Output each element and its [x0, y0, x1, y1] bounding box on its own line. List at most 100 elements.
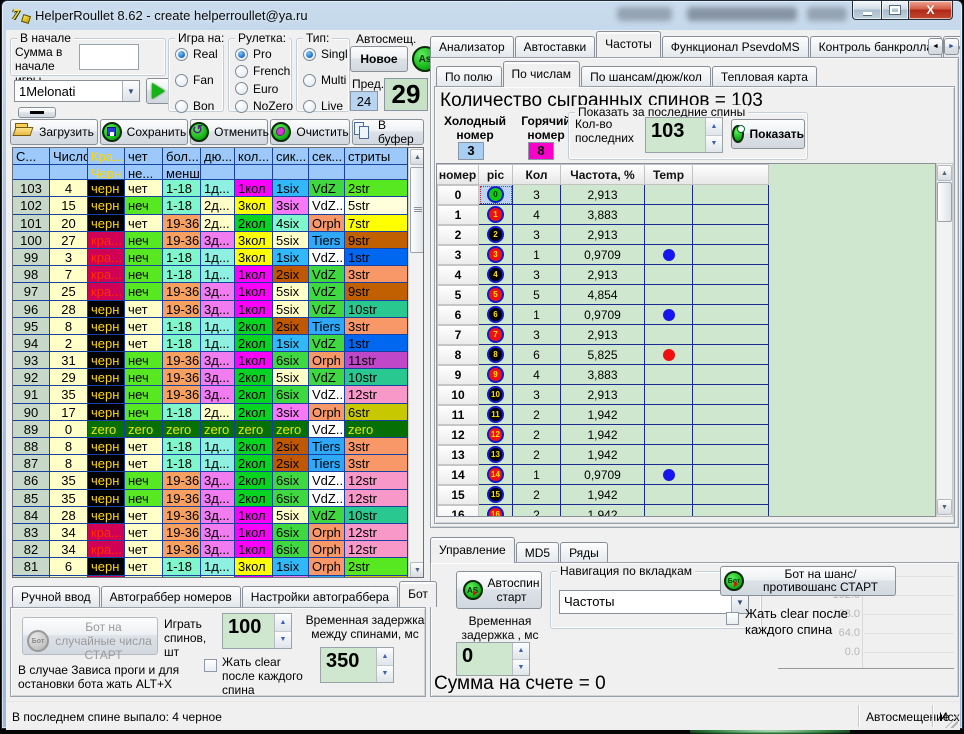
radio-Real[interactable]: Real — [175, 47, 218, 61]
step-up-icon[interactable]: ▲ — [513, 643, 529, 660]
tab-Ручной ввод[interactable]: Ручной ввод — [12, 586, 100, 607]
clear-button[interactable]: Очистить — [270, 119, 350, 145]
radio-NoZero[interactable]: NoZero — [235, 99, 293, 113]
freq-row[interactable]: 7732,913 — [437, 325, 935, 345]
subtab-По шансам/дюж/кол[interactable]: По шансам/дюж/кол — [581, 66, 711, 87]
tab-Контроль банкролла[interactable]: Контроль банкролла — [810, 36, 942, 57]
spins-row[interactable]: 8635черннеч19-363д...2кол6sixVdZ...12str — [13, 472, 408, 489]
scrollbar-thumb[interactable] — [937, 182, 952, 222]
freq-row[interactable]: 161621,942 — [437, 505, 935, 517]
freq-row[interactable]: 9943,883 — [437, 365, 935, 385]
radio-Live[interactable]: Live — [303, 99, 343, 113]
radio-Singl[interactable]: Singl — [303, 47, 348, 61]
radio-icon[interactable] — [235, 48, 248, 61]
tab-Анализатор[interactable]: Анализатор — [430, 36, 514, 57]
tab-Автоставки[interactable]: Автоставки — [515, 36, 596, 57]
save-disk-button[interactable]: Сохранить — [100, 119, 188, 145]
scrollbar-thumb[interactable] — [410, 167, 424, 253]
tab-MD5[interactable]: MD5 — [516, 542, 559, 563]
start-sum-input[interactable] — [79, 44, 139, 70]
spins-row[interactable]: Чернне...менш — [13, 165, 408, 180]
radio-Pro[interactable]: Pro — [235, 47, 272, 61]
undo-button[interactable]: ↺Отменить — [190, 119, 268, 145]
spins-row[interactable]: 9725кра...неч19-363д...1кол5sixVdZ9str — [13, 283, 408, 300]
spins-row[interactable]: 8016кра...чет1-182д...1кол3sixTiers6str — [13, 576, 408, 579]
radio-icon[interactable] — [235, 100, 248, 113]
freq-row[interactable]: 151521,942 — [437, 485, 935, 505]
radio-icon[interactable] — [235, 82, 248, 95]
freq-row[interactable]: 5554,854 — [437, 285, 935, 305]
spins-row[interactable]: 10120чернчет19-362д...2кол4sixOrph7str — [13, 215, 408, 232]
scroll-up-icon[interactable]: ▲ — [937, 165, 952, 181]
scroll-down-icon[interactable]: ▼ — [937, 499, 952, 515]
freq-row[interactable]: 0032,913 — [437, 185, 935, 205]
spins-row[interactable]: 9017черннеч1-182д...2кол3sixOrph6str — [13, 404, 408, 421]
spins-row[interactable]: 993кра...неч1-181д...3кол1sixVdZ...1str — [13, 249, 408, 266]
spins-row[interactable]: 8535черннеч19-363д...2кол6sixVdZ...12str — [13, 490, 408, 507]
spins-row[interactable]: 10027кра...неч19-363д...3кол5sixTiers9st… — [13, 232, 408, 249]
spins-row[interactable]: 8234кра...чет19-363д...1кол6sixOrph12str — [13, 541, 408, 558]
freq-row[interactable]: 101032,913 — [437, 385, 935, 405]
show-button[interactable]: Показать — [731, 119, 805, 149]
tab-Автограббер номеров[interactable]: Автограббер номеров — [101, 586, 241, 607]
scroll-down-icon[interactable]: ▼ — [410, 562, 424, 578]
freq-row[interactable]: 131321,942 — [437, 445, 935, 465]
freq-row[interactable]: 3310,9709 — [437, 245, 935, 265]
scroll-up-icon[interactable]: ▲ — [410, 149, 424, 165]
radio-icon[interactable] — [303, 100, 316, 113]
spins-row[interactable]: 816чернчет1-181д...3кол1sixOrph2str — [13, 558, 408, 575]
spins-row[interactable]: 890zerozerozerozerozerozeroVdZ...zero — [13, 421, 408, 438]
freq-row[interactable]: 4432,913 — [437, 265, 935, 285]
tab-Управление[interactable]: Управление — [430, 537, 515, 563]
spins-row[interactable]: 987кра...неч1-181д...1кол2sixVdZ3str — [13, 266, 408, 283]
chance-bot-start-button[interactable]: Бот Бот на шанс/противошанс СТАРТ — [720, 566, 896, 596]
tab-Ряды[interactable]: Ряды — [560, 542, 608, 563]
step-down-icon[interactable]: ▼ — [377, 666, 393, 683]
tab-Настройки автограббера[interactable]: Настройки автограббера — [242, 586, 398, 607]
spins-row[interactable]: 9331черннеч19-363д...1кол6sixOrph11str — [13, 352, 408, 369]
tabs-scroll-left-icon[interactable]: ◄ — [928, 38, 943, 55]
step-up-icon[interactable]: ▲ — [275, 614, 291, 632]
close-button[interactable]: X — [908, 1, 953, 20]
freq-row[interactable]: 111121,942 — [437, 405, 935, 425]
checkbox-icon[interactable] — [726, 612, 739, 625]
minimize-button[interactable] — [852, 1, 882, 20]
spins-row[interactable]: 9135черннеч19-363д...2кол6sixVdZ...12str — [13, 386, 408, 403]
spins-table-scrollbar[interactable]: ▲ ▼ — [408, 148, 424, 578]
radio-French[interactable]: French — [235, 64, 290, 78]
step-up-icon[interactable]: ▲ — [377, 648, 393, 666]
spins-row[interactable]: 9628чернчет19-363д...1кол5sixVdZ10str — [13, 301, 408, 318]
step-down-icon[interactable]: ▼ — [275, 632, 291, 649]
subtab-Тепловая карта[interactable]: Тепловая карта — [712, 66, 817, 87]
tab-Функционал PsevdoMS[interactable]: Функционал PsevdoMS — [662, 36, 809, 57]
radio-icon[interactable] — [175, 48, 188, 61]
spin-delay-stepper[interactable]: 350 ▲▼ — [320, 647, 394, 683]
apply-profile-button[interactable] — [146, 78, 170, 104]
random-bot-button[interactable]: Бот Бот на случайные числа СТАРТ — [22, 617, 158, 655]
autospin-start-button[interactable]: AS Автоспин старт — [456, 571, 542, 609]
spins-row[interactable]: 9229черннеч19-363д...2кол5sixVdZ10str — [13, 369, 408, 386]
tab-Частоты[interactable]: Частоты — [596, 31, 661, 57]
radio-icon[interactable] — [175, 74, 188, 87]
tab-Бот[interactable]: Бот — [399, 581, 437, 607]
new-button[interactable]: Новое — [350, 46, 408, 72]
spins-row[interactable]: 8334кра...чет19-363д...1кол6sixOrph12str — [13, 524, 408, 541]
step-up-icon[interactable]: ▲ — [706, 118, 722, 136]
copy-button[interactable]: В буфер — [352, 119, 424, 145]
spins-row[interactable]: 10215черннеч1-182д...3кол3sixVdZ...5str — [13, 197, 408, 214]
subtab-По числам[interactable]: По числам — [503, 61, 581, 87]
chevron-down-icon[interactable]: ▼ — [122, 81, 139, 101]
maximize-button[interactable] — [881, 1, 909, 20]
collapse-button[interactable] — [18, 107, 56, 118]
open-folder-button[interactable]: Загрузить — [10, 119, 98, 145]
freq-row[interactable]: 8865,825 — [437, 345, 935, 365]
spins-row[interactable]: 888чернчет1-181д...2кол2sixTiers3str — [13, 438, 408, 455]
step-down-icon[interactable]: ▼ — [706, 136, 722, 153]
radio-Multi[interactable]: Multi — [303, 73, 346, 87]
spins-row[interactable]: 942чернчет1-181д...2кол1sixVdZ1str — [13, 335, 408, 352]
freq-row[interactable]: 141410,9709 — [437, 465, 935, 485]
spins-row[interactable]: 878чернчет1-181д...2кол2sixTiers3str — [13, 455, 408, 472]
radio-Bon[interactable]: Bon — [175, 99, 214, 113]
radio-Euro[interactable]: Euro — [235, 82, 278, 96]
profile-combobox[interactable]: 1Melonati ▼ — [14, 80, 140, 102]
